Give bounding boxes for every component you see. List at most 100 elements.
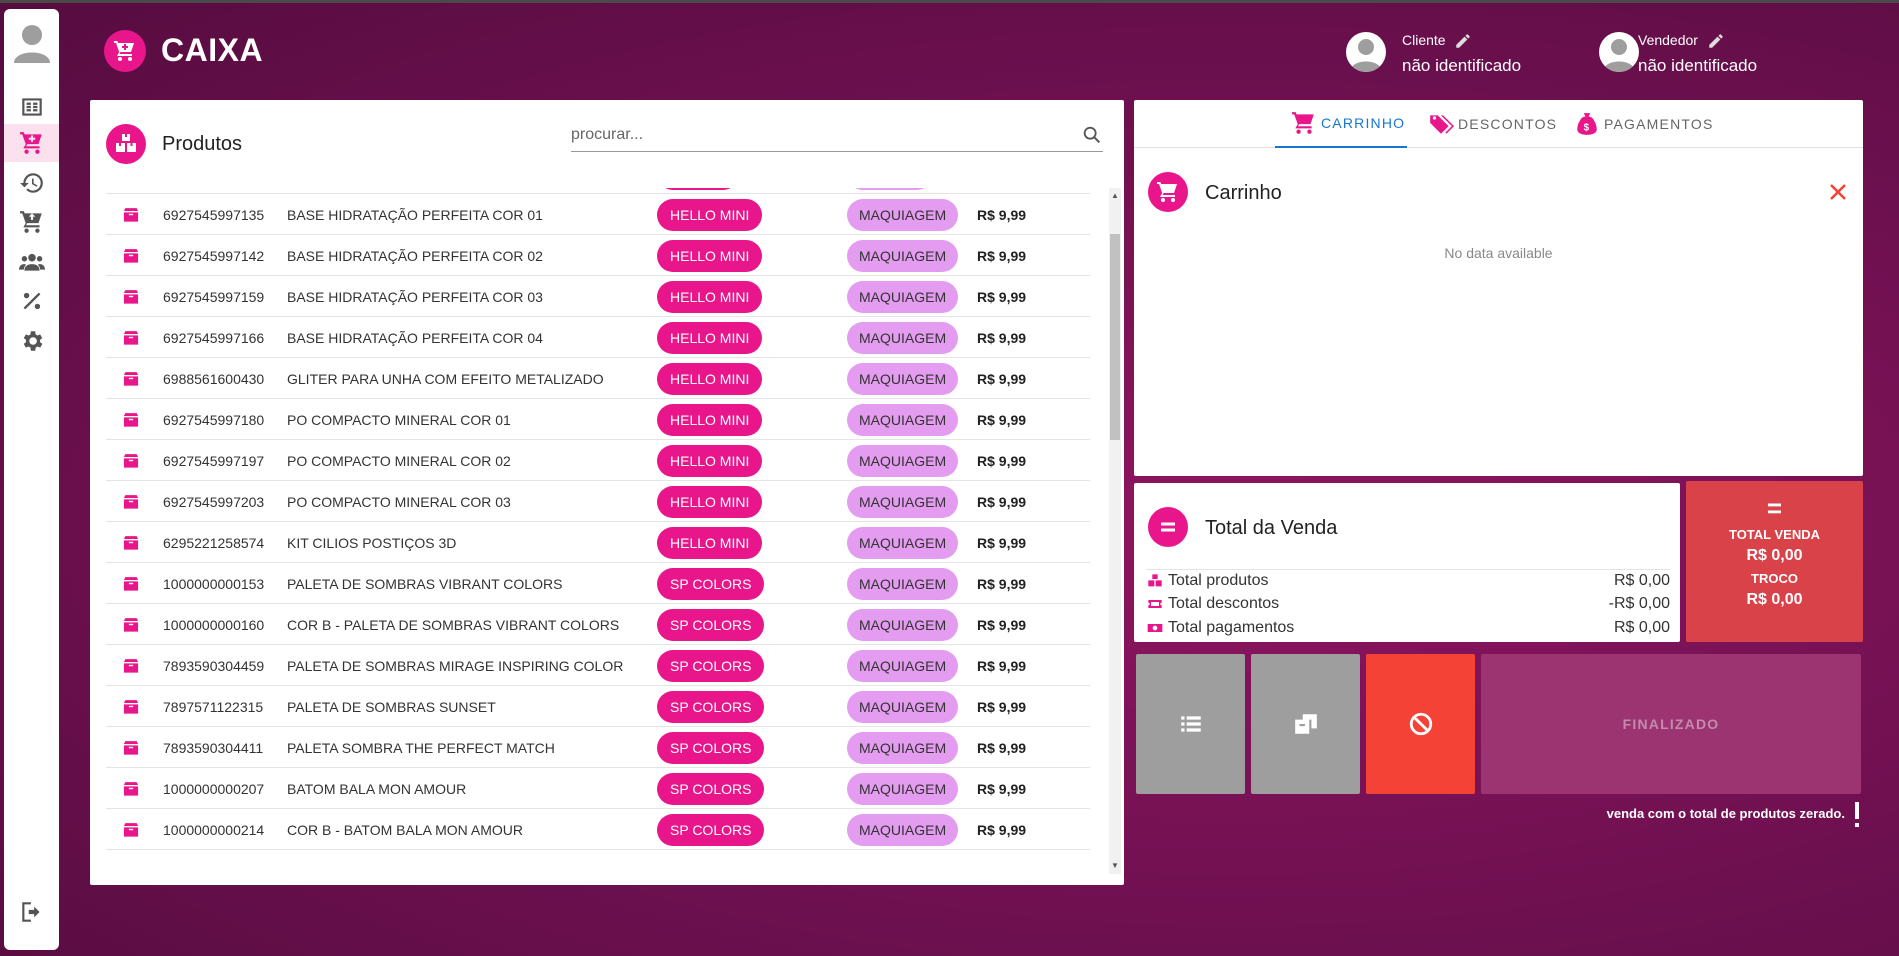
category-chip[interactable]: MAQUIAGEM <box>847 527 959 559</box>
table-row[interactable]: 6927545997135 BASE HIDRATAÇÃO PERFEITA CO… <box>106 194 1090 235</box>
logout-button[interactable] <box>4 893 59 931</box>
category-chip[interactable]: MAQUIAGEM <box>847 814 959 846</box>
category-chip[interactable]: MAQUIAGEM <box>847 732 959 764</box>
sidebar-item-history[interactable] <box>4 164 59 202</box>
product-code: 1000000000160 <box>163 617 265 633</box>
scroll-down-arrow[interactable]: ▼ <box>1111 862 1119 870</box>
archive-button[interactable] <box>1251 654 1360 794</box>
category-chip[interactable]: MAQUIAGEM <box>847 568 959 600</box>
category-chip[interactable]: MAQUIAGEM <box>847 773 959 805</box>
sidebar-item-settings[interactable] <box>4 322 59 360</box>
brand-chip[interactable]: HELLO MINI <box>657 322 763 354</box>
brand-chip[interactable]: HELLO MINI <box>657 486 763 518</box>
category-chip[interactable]: MAQUIAGEM <box>847 281 959 313</box>
table-row[interactable]: 1000000000160 COR B - PALETA DE SOMBRAS V… <box>106 604 1090 645</box>
table-row[interactable]: 7893590304459 PALETA DE SOMBRAS MIRAGE IN… <box>106 645 1090 686</box>
vendedor-value: não identificado <box>1638 56 1758 75</box>
brand-chip[interactable]: SP COLORS <box>657 568 765 600</box>
user-avatar[interactable] <box>12 21 52 65</box>
product-price: R$ 9,99 <box>977 576 1027 592</box>
product-code: 6927545997159 <box>163 289 265 305</box>
sidebar-item-sales[interactable] <box>4 203 59 241</box>
close-icon[interactable] <box>1828 182 1848 202</box>
table-row[interactable]: 7893590304411 PALETA SOMBRA THE PERFECT M… <box>106 727 1090 768</box>
gear-icon <box>23 331 42 351</box>
category-chip[interactable]: MAQUIAGEM <box>847 363 959 395</box>
category-chip[interactable]: MAQUIAGEM <box>847 691 959 723</box>
product-price: R$ 9,99 <box>977 494 1027 510</box>
table-row[interactable]: 1000000000207 BATOM BALA MON AMOUR SP COLO… <box>106 768 1090 809</box>
brand-chip[interactable]: SP COLORS <box>657 609 765 641</box>
scroll-thumb[interactable] <box>1110 234 1120 440</box>
vendedor-label: Vendedor <box>1638 32 1698 48</box>
product-name: BASE HIDRATAÇÃO PERFEITA COR 04 <box>287 330 543 346</box>
users-icon <box>18 253 45 271</box>
percent-icon <box>23 292 40 310</box>
vendedor-selector[interactable]: Vendedor não identificado <box>1599 30 1819 76</box>
category-chip[interactable]: MAQUIAGEM <box>847 404 959 436</box>
brand-chip[interactable]: HELLO MINI <box>657 445 763 477</box>
product-box-icon <box>123 413 139 427</box>
product-price: R$ 9,99 <box>977 248 1027 264</box>
category-chip[interactable]: MAQUIAGEM <box>847 650 959 682</box>
scroll-up-arrow[interactable]: ▲ <box>1111 192 1119 200</box>
edit-cliente-icon[interactable] <box>1454 32 1472 50</box>
product-box-icon <box>123 249 139 263</box>
table-row[interactable]: 1000000000153 PALETA DE SOMBRAS VIBRANT C… <box>106 563 1090 604</box>
tab-descontos[interactable]: DESCONTOS <box>1428 100 1557 148</box>
product-code: 6988561600430 <box>163 371 265 387</box>
brand-chip[interactable]: SP COLORS <box>657 691 765 723</box>
cancel-sale-button[interactable] <box>1366 654 1475 794</box>
category-chip[interactable]: MAQUIAGEM <box>847 199 959 231</box>
product-price: R$ 9,99 <box>977 289 1027 305</box>
tab-pagamentos[interactable]: $ PAGAMENTOS <box>1574 100 1714 148</box>
summary-symbol: = <box>1766 493 1783 523</box>
product-code: 6295221258574 <box>163 535 265 551</box>
sidebar-item-customers[interactable] <box>4 243 59 281</box>
table-row[interactable]: 6927545997197 PO COMPACTO MINERAL COR 02 H… <box>106 440 1090 481</box>
brand-chip[interactable]: HELLO MINI <box>657 281 763 313</box>
product-box-icon <box>123 700 139 714</box>
category-chip[interactable]: MAQUIAGEM <box>847 322 959 354</box>
product-code: 6927545997197 <box>163 453 265 469</box>
brand-chip[interactable]: SP COLORS <box>657 650 765 682</box>
brand-chip[interactable]: HELLO MINI <box>657 240 763 272</box>
sidebar-item-caixa[interactable] <box>4 124 59 162</box>
table-row[interactable]: 6988561600430 GLITER PARA UNHA COM EFEITO… <box>106 358 1090 399</box>
brand-chip[interactable]: HELLO MINI <box>657 527 763 559</box>
tab-carrinho[interactable]: CARRINHO <box>1275 100 1408 148</box>
table-row[interactable]: 6927545997166 BASE HIDRATAÇÃO PERFEITA CO… <box>106 317 1090 358</box>
sidebar-item-catalog[interactable] <box>4 88 59 126</box>
table-row[interactable]: 7897571122315 PALETA DE SOMBRAS SUNSET SP … <box>106 686 1090 727</box>
product-name: COR B - PALETA DE SOMBRAS VIBRANT COLORS <box>287 617 620 633</box>
category-chip[interactable]: MAQUIAGEM <box>847 609 959 641</box>
cart-plus-icon <box>19 132 42 154</box>
category-chip[interactable]: MAQUIAGEM <box>847 445 959 477</box>
table-row[interactable]: 6295221258574 KIT CILIOS POSTIÇOS 3D HELLO… <box>106 522 1090 563</box>
search-icon[interactable] <box>1081 124 1103 146</box>
caixa-icon <box>104 30 146 72</box>
brand-chip[interactable]: SP COLORS <box>657 773 765 805</box>
table-row[interactable]: 6927545997203 PO COMPACTO MINERAL COR 03 H… <box>106 481 1090 522</box>
table-row[interactable]: 6927545997142 BASE HIDRATAÇÃO PERFEITA CO… <box>106 235 1090 276</box>
exclamation-icon <box>1855 802 1859 827</box>
brand-chip[interactable]: SP COLORS <box>657 732 765 764</box>
brand-chip[interactable]: HELLO MINI <box>657 199 763 231</box>
table-row[interactable]: 6927545997159 BASE HIDRATAÇÃO PERFEITA CO… <box>106 276 1090 317</box>
list-button[interactable] <box>1136 654 1245 794</box>
finalize-button[interactable]: FINALIZADO <box>1481 654 1861 794</box>
search-input[interactable] <box>571 120 1051 150</box>
sidebar-item-discounts[interactable] <box>4 282 59 320</box>
table-row[interactable]: 1000000000214 COR B - BATOM BALA MON AMOU… <box>106 809 1090 850</box>
edit-vendedor-icon[interactable] <box>1707 32 1725 50</box>
table-row[interactable]: 6927545997180 PO COMPACTO MINERAL COR 01 H… <box>106 399 1090 440</box>
cliente-selector[interactable]: Cliente não identificado <box>1346 30 1566 76</box>
product-code: 6927545997142 <box>163 248 265 264</box>
brand-chip[interactable]: SP COLORS <box>657 814 765 846</box>
cart-empty-text: No data available <box>1444 245 1553 261</box>
brand-chip[interactable]: HELLO MINI <box>657 363 763 395</box>
brand-chip[interactable]: HELLO MINI <box>657 404 763 436</box>
category-chip[interactable]: MAQUIAGEM <box>847 240 959 272</box>
category-chip[interactable]: MAQUIAGEM <box>847 486 959 518</box>
products-scrollbar[interactable]: ▲ ▼ <box>1109 188 1121 874</box>
